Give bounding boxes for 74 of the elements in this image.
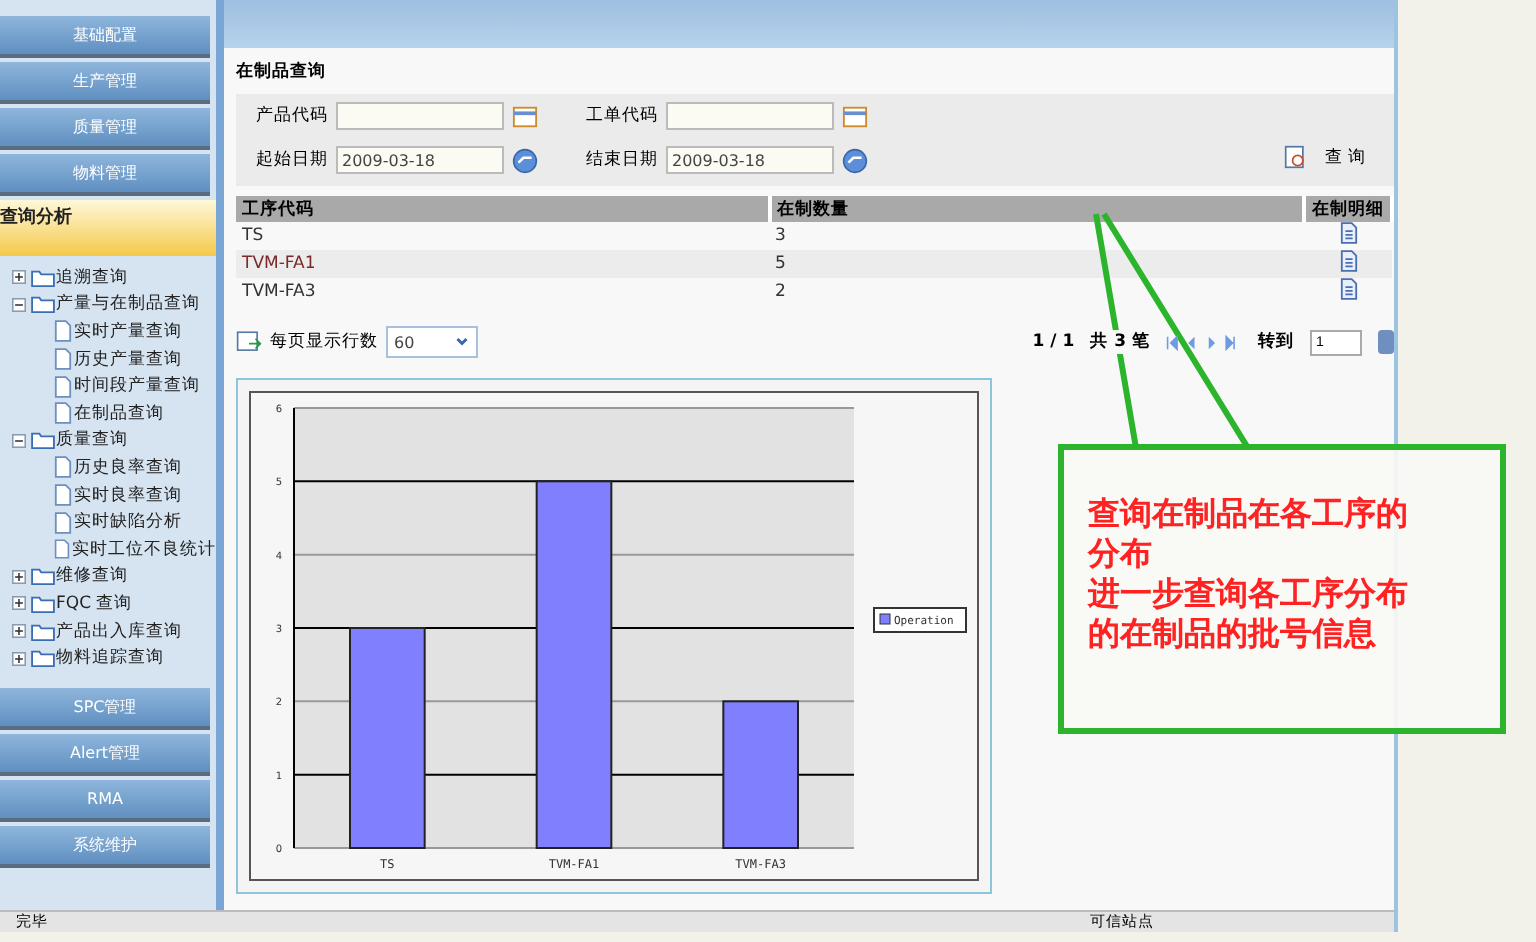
goto-label: 转到 [1258, 330, 1294, 354]
field-label: 产品代码 [256, 104, 328, 128]
expander-icon[interactable] [12, 270, 26, 285]
folder-icon [30, 648, 56, 669]
field-label: 起始日期 [256, 148, 328, 172]
folder-icon [30, 593, 56, 614]
document-icon [54, 320, 72, 343]
tree-item[interactable]: FQC 查询 [56, 591, 133, 616]
folder-icon [30, 294, 56, 315]
expander-icon[interactable] [12, 297, 26, 312]
page-title: 在制品查询 [236, 60, 328, 84]
folder-icon [30, 566, 56, 587]
document-icon[interactable] [1339, 278, 1357, 300]
tree-item[interactable]: 质量查询 [56, 428, 128, 453]
document-icon [54, 375, 72, 398]
table-cell: 2 [769, 278, 1304, 306]
folder-icon [30, 621, 56, 642]
tree-item[interactable]: 维修查询 [56, 564, 128, 589]
tree-item[interactable]: 追溯查询 [56, 265, 128, 290]
tree-item[interactable]: 产品出入库查询 [56, 619, 182, 644]
expander-icon[interactable] [12, 651, 26, 666]
folder-icon [30, 430, 56, 451]
column-header[interactable]: 在制数量 [769, 196, 1304, 222]
document-icon [54, 511, 72, 534]
callout-text: 查询在制品在各工序的 [1088, 494, 1410, 534]
tree-item[interactable]: 物料追踪查询 [56, 646, 164, 671]
tree-item[interactable]: 在制品查询 [74, 401, 164, 426]
record-count: 共 3 笔 [1090, 330, 1150, 354]
input-field[interactable] [336, 102, 504, 130]
document-icon[interactable] [1339, 250, 1357, 272]
table-cell: 3 [769, 222, 1304, 250]
export-icon[interactable] [236, 330, 262, 354]
field-label: 工单代码 [586, 104, 658, 128]
input-field[interactable]: 2009-03-18 [666, 146, 834, 174]
tree-item[interactable]: 时间段产量查询 [74, 374, 200, 399]
input-field[interactable] [666, 102, 834, 130]
expander-icon[interactable] [12, 624, 26, 639]
table-cell: TVM-FA3 [236, 278, 769, 306]
callout-text: 分布 [1088, 534, 1154, 574]
expander-icon[interactable] [12, 433, 26, 448]
document-icon [54, 348, 72, 371]
tree-item[interactable]: 实时产量查询 [74, 319, 182, 344]
callout-text: 的在制品的批号信息 [1088, 614, 1378, 654]
table-cell: 5 [769, 250, 1304, 278]
input-field[interactable]: 2009-03-18 [336, 146, 504, 174]
column-header[interactable]: 在制明细 [1304, 196, 1392, 222]
expander-icon[interactable] [12, 569, 26, 584]
chevron-down-icon [454, 336, 470, 348]
tree-item[interactable]: 产量与在制品查询 [56, 292, 200, 317]
search-icon [1284, 144, 1309, 170]
document-icon [54, 402, 72, 425]
column-header[interactable]: 工序代码 [236, 196, 769, 222]
table-cell: TS [236, 222, 769, 250]
expander-icon[interactable] [12, 596, 26, 611]
document-icon [54, 484, 72, 507]
field-label: 结束日期 [586, 148, 658, 172]
callout-text: 进一步查询各工序分布 [1088, 574, 1410, 614]
lookup-icon[interactable] [842, 103, 868, 129]
document-icon[interactable] [1339, 222, 1357, 244]
tree-item[interactable]: 历史产量查询 [74, 347, 182, 372]
document-icon [54, 538, 70, 561]
page-size-dropdown[interactable]: 60 [386, 326, 478, 358]
folder-icon [30, 267, 56, 288]
sidebar-section-header[interactable]: 查询分析 [0, 200, 216, 256]
tree-item[interactable]: 实时良率查询 [74, 483, 182, 508]
tree-item[interactable]: 实时缺陷分析 [74, 510, 182, 535]
lookup-icon[interactable] [512, 103, 538, 129]
tree-item[interactable]: 实时工位不良统计 [72, 537, 216, 562]
document-icon [54, 456, 72, 479]
tree-item[interactable]: 历史良率查询 [74, 455, 182, 480]
page-position: 1 / 1 [1032, 332, 1075, 352]
table-cell: TVM-FA1 [236, 250, 769, 278]
query-button[interactable]: 查 询 [1284, 144, 1366, 170]
page-size-label: 每页显示行数 [270, 330, 378, 354]
